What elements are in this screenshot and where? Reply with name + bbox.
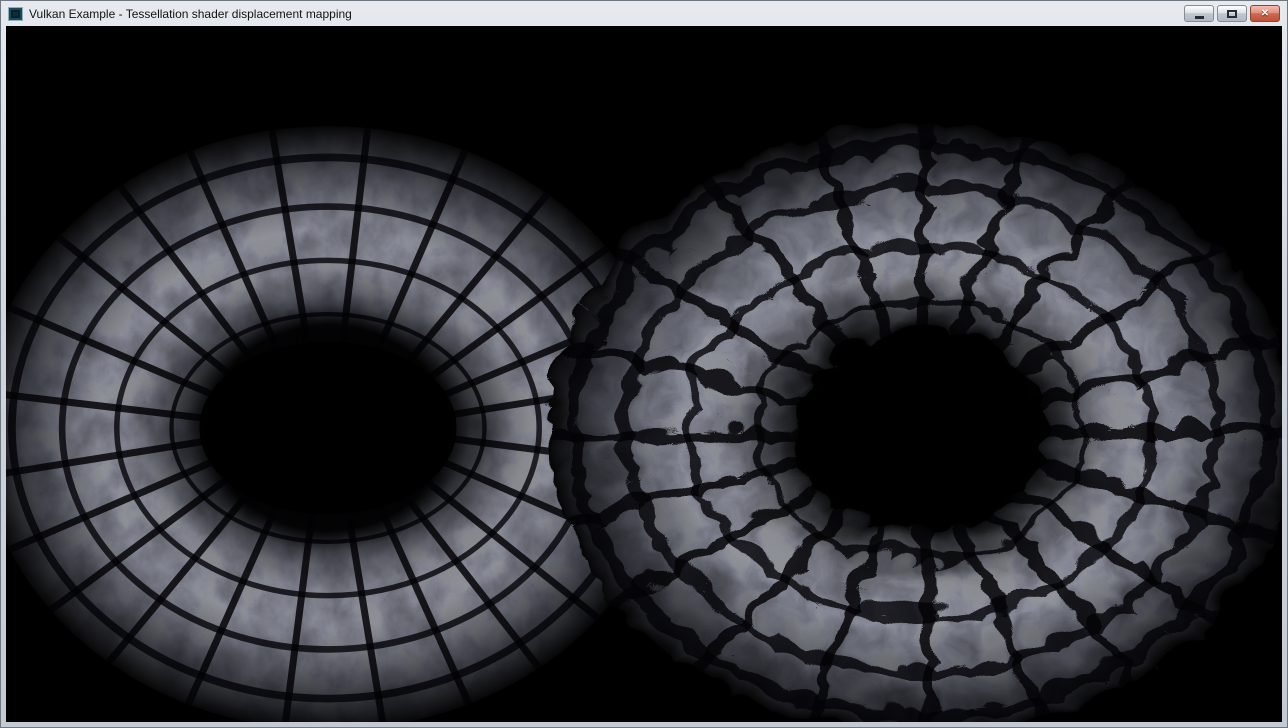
window-title: Vulkan Example - Tessellation shader dis… xyxy=(29,7,352,21)
app-icon[interactable] xyxy=(8,7,23,21)
minimize-icon xyxy=(1195,16,1204,19)
close-button[interactable]: ✕ xyxy=(1250,5,1280,22)
maximize-button[interactable] xyxy=(1217,5,1247,22)
vulkan-render-canvas xyxy=(6,26,1282,722)
minimize-button[interactable] xyxy=(1184,5,1214,22)
maximize-icon xyxy=(1227,10,1237,18)
close-icon: ✕ xyxy=(1261,9,1269,19)
render-viewport[interactable] xyxy=(6,26,1282,722)
app-window: Vulkan Example - Tessellation shader dis… xyxy=(0,0,1288,728)
window-controls: ✕ xyxy=(1184,5,1280,22)
title-bar[interactable]: Vulkan Example - Tessellation shader dis… xyxy=(6,1,1282,26)
